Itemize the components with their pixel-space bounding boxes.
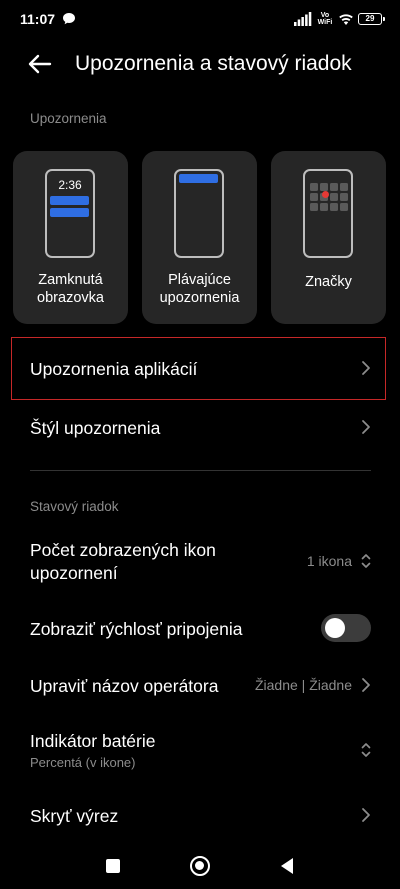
message-icon [63, 13, 75, 25]
notification-bar [50, 208, 89, 217]
status-bar: 11:07 Vo WiFi 29 [0, 0, 400, 38]
row-value: 1 ikona [306, 553, 352, 569]
chevron-updown-icon [361, 554, 371, 568]
row-app-notifications[interactable]: Upozornenia aplikácií [0, 338, 400, 400]
badge-dot-icon [322, 191, 329, 198]
row-label: Počet zobrazených ikon [30, 540, 216, 560]
section-divider [30, 470, 371, 471]
card-label: Značky [305, 274, 352, 290]
card-lock-screen[interactable]: 2:36 Zamknutá obrazovka [13, 151, 128, 324]
navigation-bar [0, 845, 400, 889]
row-battery-indicator[interactable]: Indikátor batérie Percentá (v ikone) [0, 724, 400, 776]
floating-notification-bar [179, 174, 218, 183]
section-label-notifications: Upozornenia [30, 111, 107, 126]
connection-speed-toggle[interactable] [321, 614, 371, 642]
circle-icon[interactable] [190, 856, 210, 876]
preview-time: 2:36 [58, 178, 82, 192]
row-label: Zobraziť rýchlosť pripojenia [30, 619, 243, 639]
notification-style-cards: 2:36 Zamknutá obrazovka Plávajúce upozor… [13, 151, 387, 324]
app-icon-grid [310, 183, 348, 211]
row-icon-count[interactable]: Počet zobrazených ikon upozornení 1 ikon… [0, 535, 400, 589]
row-label: Upraviť názov operátora [30, 676, 219, 696]
card-badges[interactable]: Značky [271, 151, 386, 324]
square-icon[interactable] [106, 859, 120, 873]
chevron-updown-icon [361, 743, 371, 757]
toggle-knob [325, 618, 345, 638]
signal-icon [294, 12, 312, 26]
chevron-right-icon [362, 420, 370, 434]
lock-screen-preview: 2:36 [45, 169, 95, 258]
notification-bar [50, 196, 89, 205]
chevron-right-icon [362, 808, 370, 822]
row-label: Upozornenia aplikácií [30, 359, 198, 379]
chevron-right-icon [362, 361, 370, 375]
row-notification-style[interactable]: Štýl upozornenia [0, 405, 400, 451]
page-title: Upozornenia a stavový riadok [75, 52, 352, 75]
status-indicators: Vo WiFi 29 [294, 10, 385, 28]
row-label: Indikátor batérie [30, 731, 156, 751]
row-value: Žiadne | Žiadne [254, 677, 352, 693]
row-label-line2: upozornení [30, 563, 118, 583]
header: Upozornenia a stavový riadok [0, 40, 400, 90]
card-label: Zamknutá obrazovka [37, 272, 104, 306]
row-hide-notch[interactable]: Skryť výrez [0, 796, 400, 836]
wifi-icon [339, 14, 353, 25]
arrow-left-icon[interactable] [26, 51, 54, 77]
row-label: Štýl upozornenia [30, 418, 161, 438]
floating-preview [174, 169, 224, 258]
card-floating-notifications[interactable]: Plávajúce upozornenia [142, 151, 257, 324]
badges-preview [303, 169, 353, 258]
section-label-status-bar: Stavový riadok [30, 499, 119, 514]
vowifi-icon: Vo WiFi [317, 12, 333, 26]
chevron-right-icon [362, 678, 370, 692]
triangle-icon[interactable] [280, 857, 294, 875]
row-subtitle: Percentá (v ikone) [30, 755, 136, 770]
battery-icon: 29 [358, 13, 385, 25]
card-label: Plávajúce upozornenia [159, 272, 240, 306]
row-label: Skryť výrez [30, 806, 119, 826]
status-time: 11:07 [20, 11, 56, 27]
row-carrier-name[interactable]: Upraviť názov operátora Žiadne | Žiadne [0, 665, 400, 707]
